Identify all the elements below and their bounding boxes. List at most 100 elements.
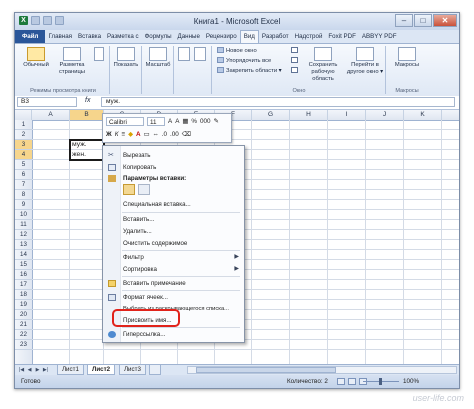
- menu-item-cut[interactable]: ✂ Вырезать: [103, 150, 244, 161]
- split-checkbox[interactable]: [291, 47, 300, 56]
- row-header[interactable]: 4: [15, 150, 32, 160]
- tab-review[interactable]: Рецензиро: [203, 30, 240, 43]
- menu-item-insert-comment[interactable]: Вставить примечание: [103, 278, 244, 289]
- column-header[interactable]: H: [290, 110, 328, 120]
- maximize-button[interactable]: □: [414, 14, 432, 27]
- tab-home[interactable]: Главная: [45, 30, 75, 43]
- sheet-tab-2[interactable]: Лист2: [87, 365, 116, 375]
- menu-item-clear[interactable]: Очистить содержимое: [103, 238, 244, 249]
- menu-item-hyperlink[interactable]: Гиперссылка...: [103, 329, 244, 340]
- minimize-button[interactable]: –: [395, 14, 413, 27]
- last-sheet-icon[interactable]: ▶|: [42, 366, 49, 374]
- row-header[interactable]: 1: [15, 120, 32, 130]
- format-painter-icon[interactable]: ✎: [213, 118, 218, 125]
- row-header[interactable]: 14: [15, 250, 32, 260]
- sheet-tab-1[interactable]: Лист1: [57, 365, 84, 375]
- row-header[interactable]: 11: [15, 220, 32, 230]
- row-header[interactable]: 5: [15, 160, 32, 170]
- shrink-font-icon[interactable]: A: [175, 118, 179, 125]
- arrange-all-button[interactable]: Упорядочить все: [217, 57, 271, 66]
- menu-item-delete[interactable]: Удалить...: [103, 226, 244, 237]
- row-header[interactable]: 7: [15, 180, 32, 190]
- switch-windows-button[interactable]: Перейти в другое окно ▾: [345, 47, 385, 76]
- tab-insert[interactable]: Вставка: [75, 30, 104, 43]
- name-box[interactable]: B3: [17, 97, 77, 107]
- paste-option-icon[interactable]: [123, 184, 135, 195]
- zoom-100-button[interactable]: [177, 47, 191, 62]
- paste-values-icon[interactable]: [138, 184, 150, 195]
- normal-view-button[interactable]: Обычный: [19, 47, 53, 69]
- page-layout-view-icon[interactable]: [348, 378, 356, 385]
- percent-icon[interactable]: %: [191, 118, 197, 125]
- row-header[interactable]: 23: [15, 340, 32, 350]
- formula-input[interactable]: муж.: [101, 97, 455, 107]
- macros-button[interactable]: Макросы: [391, 47, 423, 69]
- row-header[interactable]: 21: [15, 320, 32, 330]
- font-size-select[interactable]: 11: [147, 117, 165, 126]
- tab-file[interactable]: Файл: [15, 30, 46, 43]
- font-color-icon[interactable]: A: [136, 131, 141, 138]
- font-name-select[interactable]: Calibri: [106, 117, 144, 126]
- row-header[interactable]: 8: [15, 190, 32, 200]
- bold-icon[interactable]: Ж: [106, 131, 112, 138]
- menu-item-insert[interactable]: Вставить...: [103, 214, 244, 225]
- grow-font-icon[interactable]: A: [168, 118, 172, 125]
- column-header[interactable]: J: [366, 110, 404, 120]
- sheet-tab-3[interactable]: Лист3: [119, 365, 146, 375]
- column-header[interactable]: K: [404, 110, 442, 120]
- hide-checkbox[interactable]: [291, 57, 300, 66]
- row-header[interactable]: 18: [15, 290, 32, 300]
- column-header[interactable]: A: [32, 110, 70, 120]
- row-header[interactable]: 13: [15, 240, 32, 250]
- save-workspace-button[interactable]: Сохранить рабочую область: [301, 47, 345, 83]
- row-header[interactable]: 20: [15, 310, 32, 320]
- row-header[interactable]: 22: [15, 330, 32, 340]
- row-header[interactable]: 10: [15, 210, 32, 220]
- align-center-icon[interactable]: ≡: [121, 131, 125, 138]
- zoom-button[interactable]: Масштаб: [144, 47, 172, 69]
- freeze-panes-button[interactable]: Закрепить области ▾: [217, 67, 282, 76]
- borders-icon[interactable]: ▭: [144, 131, 150, 138]
- horizontal-scrollbar[interactable]: [187, 366, 457, 374]
- tab-view[interactable]: Вид: [239, 30, 259, 43]
- prev-sheet-icon[interactable]: ◀: [26, 366, 33, 374]
- menu-item-sort[interactable]: Сортировка ▶: [103, 264, 244, 275]
- page-break-view-button[interactable]: [91, 47, 107, 62]
- unhide-checkbox[interactable]: [291, 67, 300, 76]
- tab-page-layout[interactable]: Разметка с: [104, 30, 142, 43]
- row-header[interactable]: 3: [15, 140, 32, 150]
- fx-icon[interactable]: fx: [85, 97, 90, 104]
- tab-abbyy-pdf[interactable]: ABBYY PDF: [359, 30, 400, 43]
- increase-decimal-icon[interactable]: .0: [162, 131, 167, 138]
- zoom-selection-button[interactable]: [193, 47, 207, 62]
- menu-item-paste-special[interactable]: Специальная вставка...: [103, 199, 244, 210]
- insert-sheet-icon[interactable]: [149, 365, 161, 375]
- menu-item-copy[interactable]: Копировать: [103, 162, 244, 173]
- row-header[interactable]: 2: [15, 130, 32, 140]
- tab-formulas[interactable]: Формулы: [142, 30, 175, 43]
- menu-item-filter[interactable]: Фильтр ▶: [103, 252, 244, 263]
- row-header[interactable]: 19: [15, 300, 32, 310]
- close-button[interactable]: ✕: [433, 14, 457, 27]
- tab-data[interactable]: Данные: [175, 30, 203, 43]
- next-sheet-icon[interactable]: ▶: [34, 366, 41, 374]
- row-header[interactable]: 15: [15, 260, 32, 270]
- column-header[interactable]: I: [328, 110, 366, 120]
- fill-color-icon[interactable]: ◆: [128, 131, 133, 138]
- scroll-thumb[interactable]: [196, 367, 336, 373]
- row-header[interactable]: 12: [15, 230, 32, 240]
- thousands-icon[interactable]: 000: [200, 118, 211, 125]
- page-layout-view-button[interactable]: Разметка страницы: [55, 47, 89, 76]
- column-header[interactable]: B: [70, 110, 104, 120]
- tab-developer[interactable]: Разработ: [259, 30, 292, 43]
- row-header[interactable]: 6: [15, 170, 32, 180]
- row-header[interactable]: 9: [15, 200, 32, 210]
- tab-foxit-pdf[interactable]: Foxit PDF: [325, 30, 359, 43]
- row-header[interactable]: 16: [15, 270, 32, 280]
- row-header[interactable]: 17: [15, 280, 32, 290]
- zoom-slider-thumb[interactable]: [379, 378, 382, 385]
- new-window-button[interactable]: Новое окно: [217, 47, 257, 56]
- zoom-slider[interactable]: [363, 378, 399, 385]
- select-all-corner[interactable]: [15, 110, 32, 120]
- clear-format-icon[interactable]: ⌫: [182, 131, 191, 138]
